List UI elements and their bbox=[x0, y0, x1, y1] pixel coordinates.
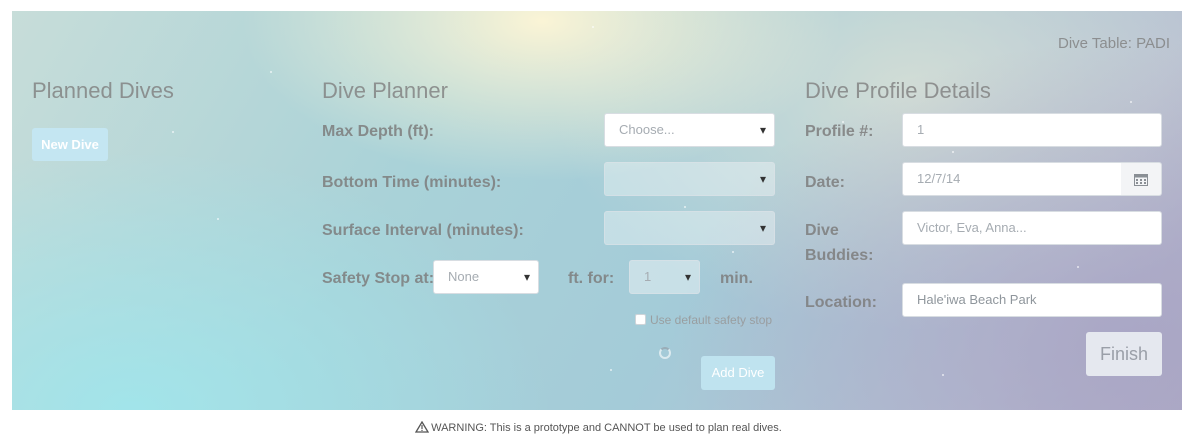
location-label: Location: bbox=[805, 294, 877, 311]
ft-for-label: ft. for: bbox=[568, 270, 615, 287]
main-panel: Dive Table: PADI Planned Dives New Dive … bbox=[12, 11, 1182, 410]
safety-stop-minutes-value: 1 bbox=[644, 269, 652, 284]
dive-planner-title: Dive Planner bbox=[322, 78, 448, 103]
planned-dives-title: Planned Dives bbox=[32, 78, 174, 103]
dive-buddies-placeholder: Victor, Eva, Anna... bbox=[917, 220, 1027, 235]
dive-buddies-label-line1: Dive bbox=[805, 222, 839, 239]
calendar-icon bbox=[1134, 173, 1148, 186]
bottom-time-select[interactable] bbox=[604, 162, 775, 196]
safety-stop-depth-select[interactable]: None bbox=[433, 260, 539, 294]
sparkle bbox=[172, 131, 174, 133]
min-label: min. bbox=[720, 270, 753, 287]
profile-number-label: Profile #: bbox=[805, 123, 874, 140]
surface-interval-select[interactable] bbox=[604, 211, 775, 245]
add-dive-button[interactable]: Add Dive bbox=[701, 356, 775, 390]
finish-button[interactable]: Finish bbox=[1086, 332, 1162, 376]
sparkle bbox=[592, 26, 594, 28]
dive-buddies-input[interactable]: Victor, Eva, Anna... bbox=[902, 211, 1162, 245]
location-input[interactable]: Hale'iwa Beach Park bbox=[902, 283, 1162, 317]
sparkle bbox=[1130, 101, 1132, 103]
max-depth-select[interactable]: Choose... bbox=[604, 113, 775, 147]
location-value: Hale'iwa Beach Park bbox=[917, 292, 1037, 307]
max-depth-label: Max Depth (ft): bbox=[322, 123, 434, 140]
calendar-button[interactable] bbox=[1121, 162, 1162, 196]
sparkle bbox=[217, 218, 219, 220]
sparkle bbox=[952, 151, 954, 153]
dive-table-label: Dive Table: PADI bbox=[1058, 35, 1170, 52]
bottom-time-label: Bottom Time (minutes): bbox=[322, 174, 502, 191]
default-safety-stop-label: Use default safety stop bbox=[650, 313, 773, 327]
warning-triangle-icon bbox=[414, 420, 430, 433]
prototype-warning: WARNING: This is a prototype and CANNOT … bbox=[0, 420, 1197, 434]
sparkle bbox=[942, 374, 944, 376]
max-depth-value: Choose... bbox=[619, 122, 675, 137]
surface-interval-label: Surface Interval (minutes): bbox=[322, 222, 524, 239]
sparkle bbox=[610, 369, 612, 371]
warning-text: WARNING: This is a prototype and CANNOT … bbox=[431, 422, 782, 434]
new-dive-button[interactable]: New Dive bbox=[32, 128, 108, 161]
sparkle bbox=[684, 206, 686, 208]
date-value: 12/7/14 bbox=[917, 171, 961, 186]
safety-stop-value: None bbox=[448, 269, 480, 284]
default-safety-stop-checkbox[interactable] bbox=[635, 314, 646, 325]
sparkle bbox=[270, 71, 272, 73]
date-label: Date: bbox=[805, 174, 846, 191]
profile-number-value: 1 bbox=[917, 122, 925, 137]
date-field[interactable]: 12/7/14 bbox=[902, 162, 1122, 196]
safety-stop-minutes-select[interactable]: 1 bbox=[629, 260, 700, 294]
safety-stop-label: Safety Stop at: bbox=[322, 270, 435, 287]
dive-profile-title: Dive Profile Details bbox=[805, 78, 991, 103]
loading-spinner-icon bbox=[659, 347, 671, 359]
sparkle bbox=[1077, 266, 1079, 268]
profile-number-field[interactable]: 1 bbox=[902, 113, 1162, 147]
dive-buddies-label-line2: Buddies: bbox=[805, 247, 874, 264]
sparkle bbox=[732, 251, 734, 253]
